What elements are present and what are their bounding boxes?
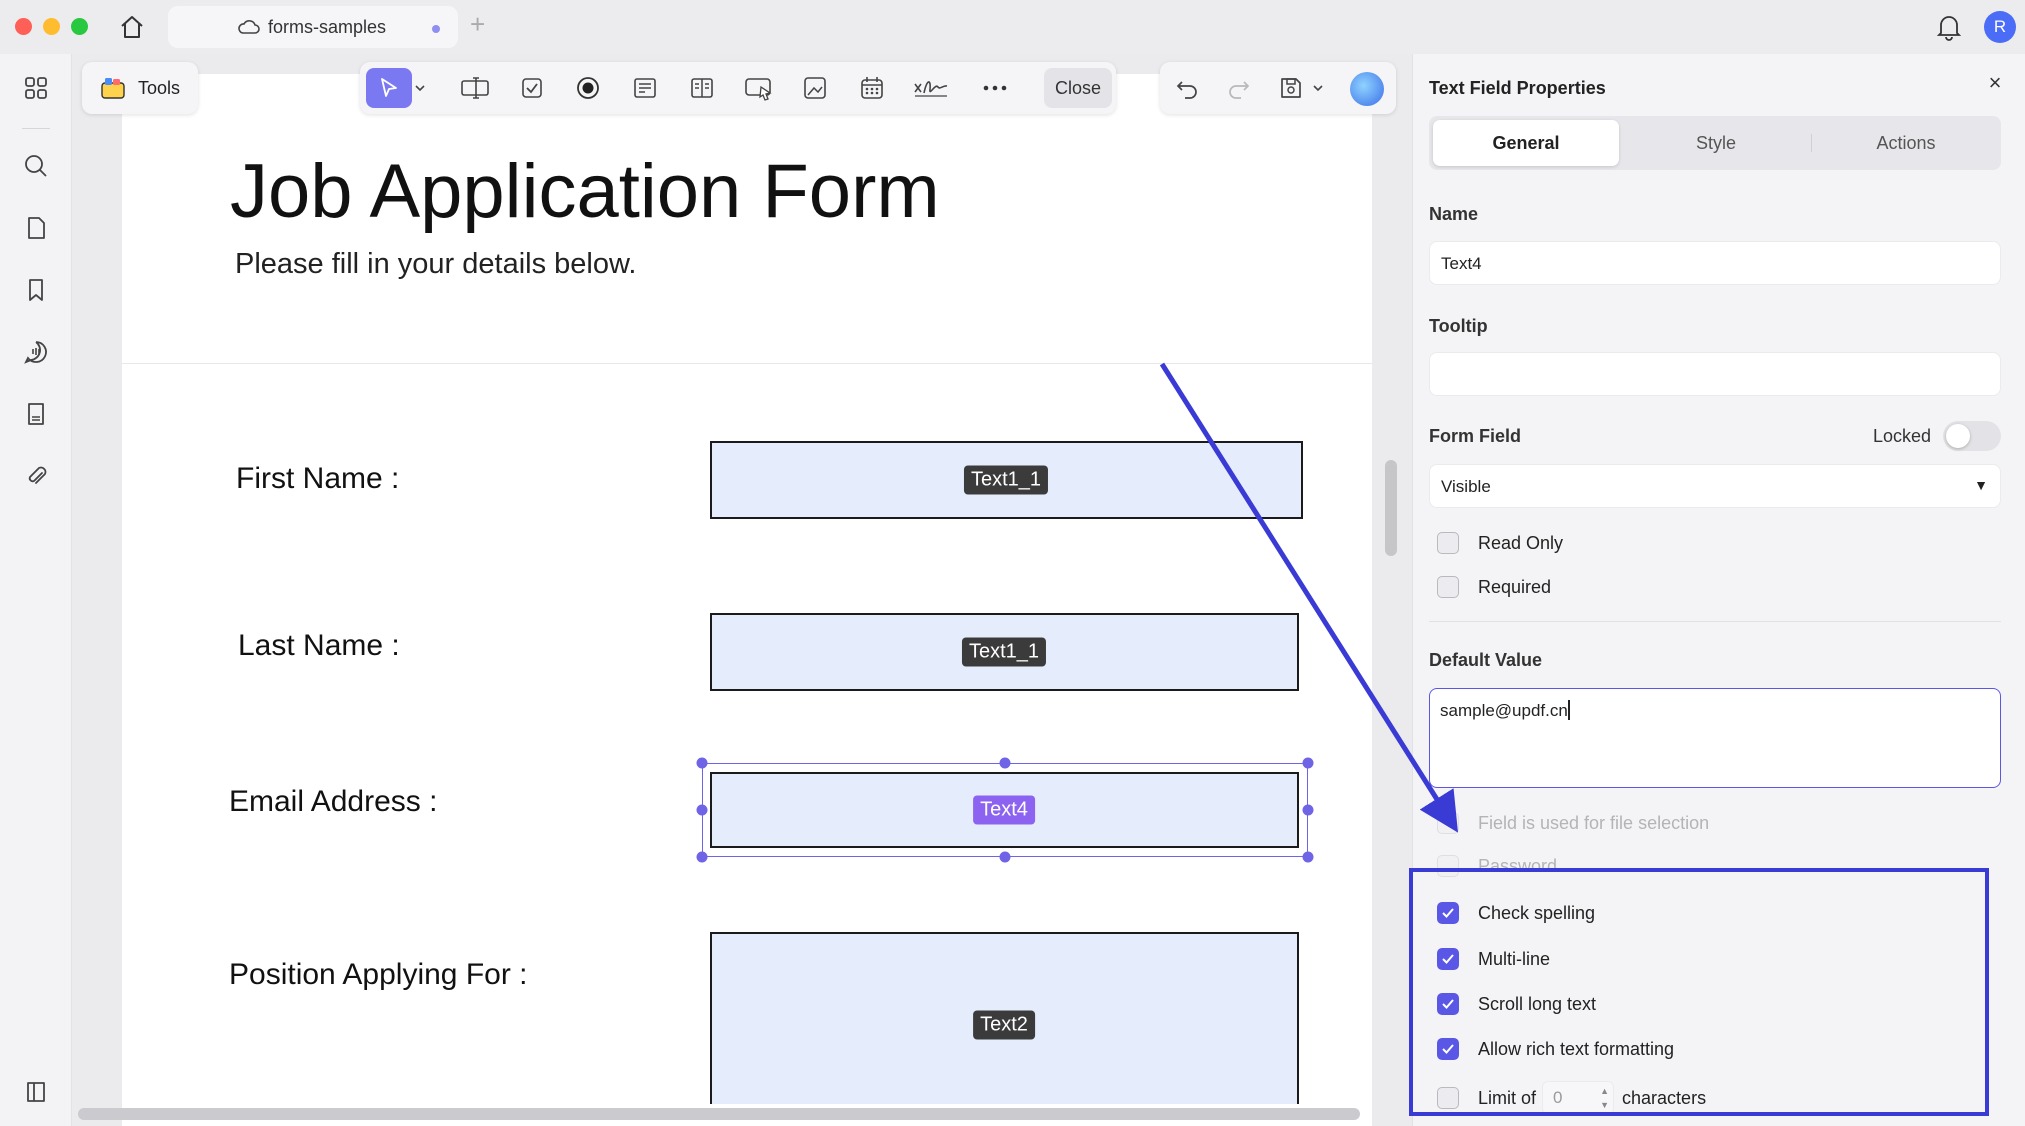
locked-label: Locked — [1873, 426, 1932, 446]
visibility-select[interactable]: Visible ▼ — [1429, 464, 2001, 508]
list-box-tool-icon[interactable] — [628, 72, 662, 104]
chevron-down-icon[interactable] — [1310, 72, 1326, 104]
checkbox-tool-icon[interactable] — [515, 72, 549, 104]
toolbox-icon — [100, 76, 126, 100]
rail-divider — [22, 128, 50, 129]
default-value-text: sample@updf.cn — [1440, 701, 1568, 720]
dropdown-arrow-icon: ▼ — [1974, 477, 1988, 493]
more-icon[interactable] — [978, 72, 1012, 104]
document-title: Job Application Form — [230, 149, 940, 234]
name-label: Name — [1429, 204, 1479, 224]
save-icon[interactable] — [1274, 72, 1308, 104]
avatar[interactable]: R — [1984, 11, 2016, 43]
resize-handle[interactable] — [1302, 757, 1314, 769]
required-checkbox-row[interactable]: Required — [1437, 574, 1551, 600]
field-name-tag: Text2 — [973, 1010, 1035, 1040]
locked-toggle[interactable] — [1943, 421, 2001, 451]
comments-icon[interactable] — [18, 334, 54, 370]
document-tab[interactable]: forms-samples — [168, 6, 458, 48]
window-minimize-button[interactable] — [43, 18, 60, 35]
annotation-highlight-box — [1409, 868, 1989, 1116]
field-name-tag: Text1_1 — [961, 637, 1047, 667]
radio-button-tool-icon[interactable] — [571, 72, 605, 104]
default-value-field[interactable]: sample@updf.cn — [1429, 688, 2001, 788]
resize-handle[interactable] — [696, 757, 708, 769]
tab-actions[interactable]: Actions — [1813, 120, 1999, 166]
properties-tabs: General Style Actions — [1429, 116, 2001, 170]
button-tool-icon[interactable] — [742, 72, 776, 104]
name-field[interactable]: Text4 — [1429, 241, 2001, 285]
field-name-tag-selected: Text4 — [973, 795, 1035, 825]
left-sidebar — [0, 54, 72, 1126]
default-value-label: Default Value — [1429, 650, 1543, 670]
cloud-icon — [238, 18, 260, 36]
close-icon[interactable]: × — [1984, 72, 2006, 94]
file-selection-checkbox-row[interactable]: Field is used for file selection — [1437, 810, 1709, 836]
chevron-down-icon[interactable] — [412, 72, 428, 104]
dropdown-tool-icon[interactable] — [685, 72, 719, 104]
text-caret — [1567, 700, 1570, 720]
resize-handle[interactable] — [1302, 804, 1314, 816]
sidebar-toggle-icon[interactable] — [18, 1074, 54, 1110]
page-thumbnails-icon[interactable] — [18, 210, 54, 246]
horizontal-scrollbar[interactable] — [78, 1108, 1360, 1120]
tooltip-field[interactable] — [1429, 352, 2001, 396]
form-field-label: Form Field — [1429, 426, 1522, 446]
title-bar: forms-samples + R — [0, 0, 2025, 54]
first-name-label: First Name : — [236, 462, 400, 495]
attachments-list-icon[interactable] — [18, 396, 54, 432]
required-label: Required — [1478, 576, 1552, 597]
tools-button[interactable]: Tools — [82, 62, 198, 114]
position-label: Position Applying For : — [229, 958, 528, 991]
notification-bell-icon[interactable] — [1936, 12, 1962, 42]
toggle-knob — [1946, 424, 1970, 448]
read-only-label: Read Only — [1478, 532, 1564, 553]
tab-title: forms-samples — [268, 17, 387, 37]
required-checkbox[interactable] — [1437, 576, 1459, 598]
paperclip-icon[interactable] — [18, 458, 54, 494]
new-tab-button[interactable]: + — [470, 10, 485, 38]
resize-handle[interactable] — [999, 757, 1011, 769]
tools-label: Tools — [138, 78, 181, 98]
home-icon[interactable] — [116, 11, 148, 43]
tab-style[interactable]: Style — [1623, 120, 1809, 166]
image-field-tool-icon[interactable] — [798, 72, 832, 104]
field-name-tag: Text1_1 — [963, 465, 1049, 495]
window-zoom-button[interactable] — [71, 18, 88, 35]
form-toolbar: Close — [360, 62, 1116, 114]
close-form-editing-button[interactable]: Close — [1044, 68, 1112, 108]
apps-grid-icon[interactable] — [18, 70, 54, 106]
signature-tool-icon[interactable] — [911, 72, 951, 104]
tab-separator — [1811, 134, 1812, 152]
redo-icon[interactable] — [1222, 72, 1256, 104]
document-subtitle: Please fill in your details below. — [235, 248, 637, 280]
history-toolbar — [1160, 62, 1396, 114]
search-icon[interactable] — [18, 148, 54, 184]
resize-handle[interactable] — [1302, 851, 1314, 863]
select-tool-button[interactable] — [366, 68, 412, 108]
visibility-value: Visible — [1441, 477, 1491, 496]
bookmark-icon[interactable] — [18, 272, 54, 308]
vertical-scrollbar[interactable] — [1385, 460, 1397, 556]
email-address-label: Email Address : — [229, 785, 438, 818]
text-field-tool-icon[interactable] — [458, 72, 492, 104]
file-selection-label: Field is used for file selection — [1478, 812, 1710, 833]
undo-icon[interactable] — [1170, 72, 1204, 104]
panel-divider — [1429, 621, 2001, 622]
unsaved-dot-icon — [432, 25, 440, 33]
read-only-checkbox-row[interactable]: Read Only — [1437, 530, 1563, 556]
resize-handle[interactable] — [696, 851, 708, 863]
last-name-label: Last Name : — [238, 629, 400, 662]
tab-general[interactable]: General — [1433, 120, 1619, 166]
window-close-button[interactable] — [15, 18, 32, 35]
panel-title: Text Field Properties — [1429, 78, 1606, 98]
date-field-tool-icon[interactable] — [855, 72, 889, 104]
file-selection-checkbox[interactable] — [1437, 812, 1459, 834]
tooltip-label: Tooltip — [1429, 316, 1488, 336]
read-only-checkbox[interactable] — [1437, 532, 1459, 554]
resize-handle[interactable] — [999, 851, 1011, 863]
ai-assistant-icon[interactable] — [1350, 72, 1384, 106]
document-divider — [122, 363, 1372, 364]
resize-handle[interactable] — [696, 804, 708, 816]
